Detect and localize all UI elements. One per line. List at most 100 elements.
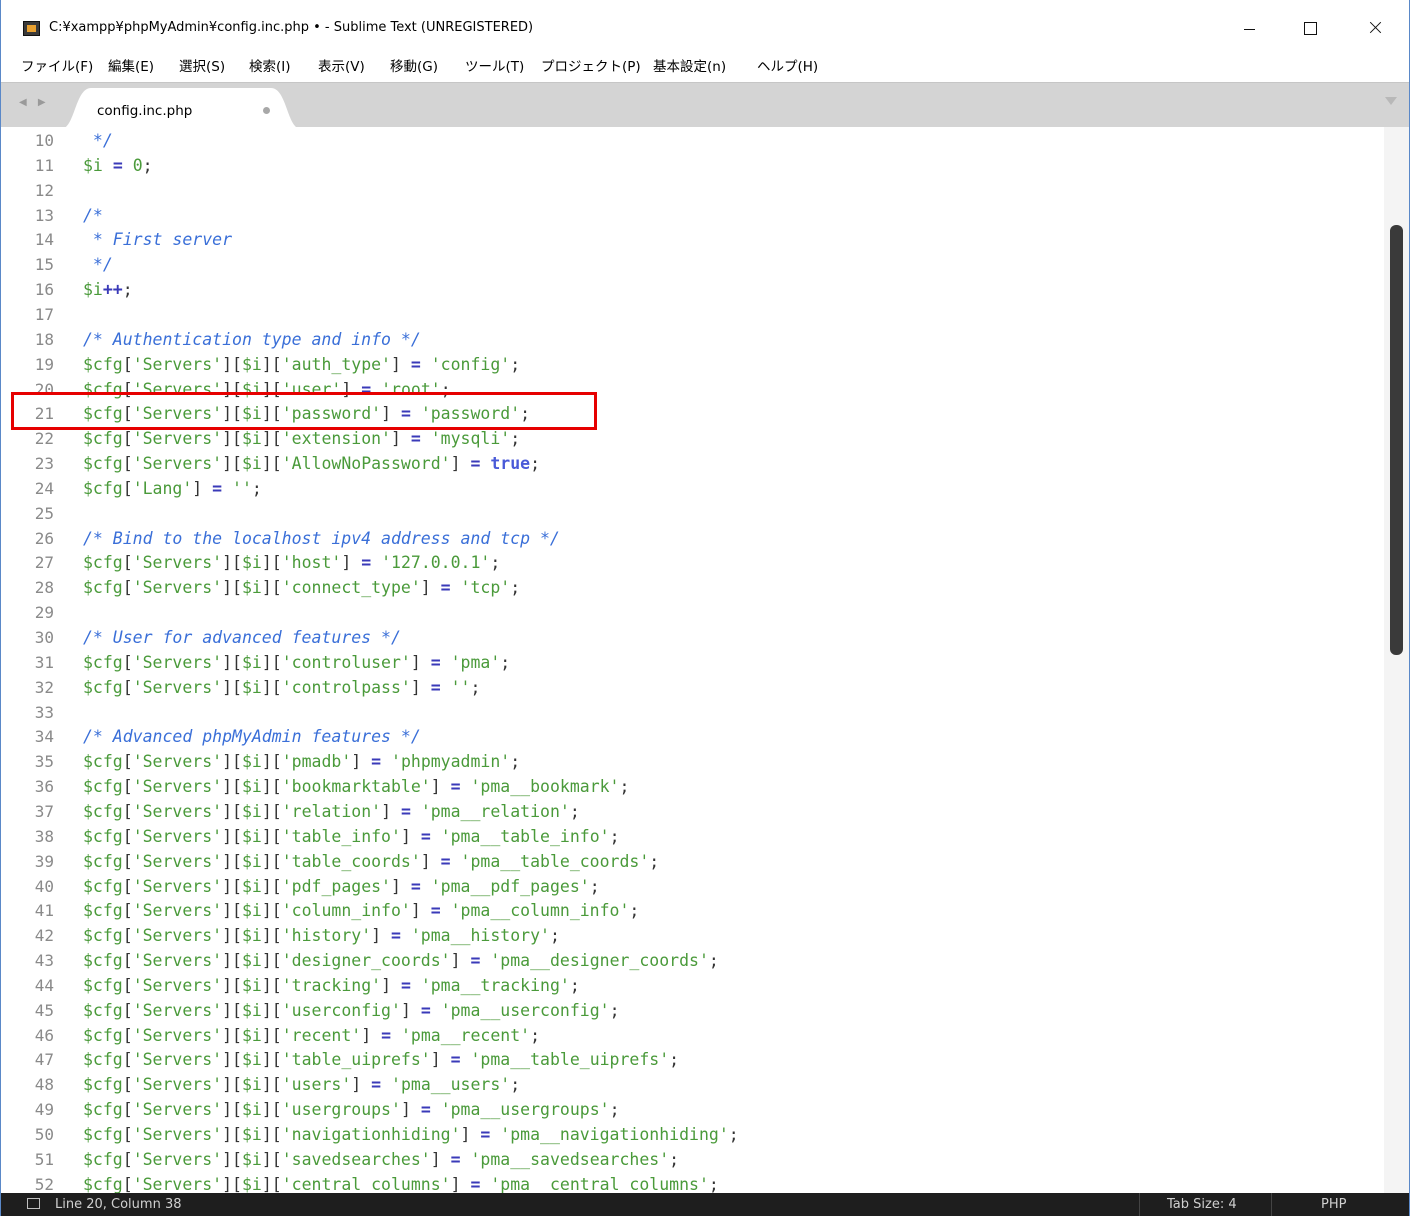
code-variable: $cfg	[83, 876, 123, 896]
code-line[interactable]: */	[83, 252, 113, 277]
code-string: 'AllowNoPassword'	[281, 454, 451, 474]
code-line[interactable]: $i = 0;	[83, 153, 153, 178]
code-string: 'pma__table_uiprefs'	[470, 1050, 670, 1070]
line-number: 38	[34, 826, 54, 846]
syntax-indicator[interactable]: PHP	[1321, 1197, 1346, 1212]
menu-goto[interactable]: 移動(G)	[390, 55, 438, 75]
menu-help[interactable]: ヘルプ(H)	[757, 55, 818, 75]
menu-edit[interactable]: 編集(E)	[108, 55, 154, 75]
menu-view[interactable]: 表示(V)	[318, 55, 365, 75]
code-line[interactable]: /* Bind to the localhost ipv4 address an…	[83, 526, 560, 551]
code-string: '127.0.0.1'	[381, 553, 491, 573]
code-variable: $i	[241, 1075, 262, 1095]
code-variable: $cfg	[83, 478, 123, 498]
code-line[interactable]: $cfg['Servers'][$i]['tracking'] = 'pma__…	[83, 973, 580, 998]
code-variable: $cfg	[83, 826, 123, 846]
code-string: 'designer_coords'	[281, 951, 451, 971]
code-string: 'Servers'	[132, 926, 223, 946]
close-icon[interactable]	[1353, 10, 1399, 46]
code-line[interactable]: $cfg['Servers'][$i]['designer_coords'] =…	[83, 948, 719, 973]
code-line[interactable]: $cfg['Servers'][$i]['column_info'] = 'pm…	[83, 898, 639, 923]
code-line[interactable]: $i++;	[83, 277, 133, 302]
code-line[interactable]: * First server	[83, 227, 232, 252]
maximize-icon[interactable]	[1287, 10, 1333, 46]
code-line[interactable]: $cfg['Servers'][$i]['controluser'] = 'pm…	[83, 650, 510, 675]
tab-modified-dot-icon[interactable]	[263, 107, 270, 114]
line-number: 12	[34, 180, 54, 200]
code-line[interactable]: /* Authentication type and info */	[83, 327, 421, 352]
code-variable: $cfg	[83, 578, 123, 598]
tab-config-inc-php[interactable]: config.inc.php	[61, 88, 301, 129]
scrollbar[interactable]	[1384, 127, 1409, 1193]
code-line[interactable]: $cfg['Servers'][$i]['users'] = 'pma__use…	[83, 1072, 520, 1097]
code-line[interactable]: $cfg['Servers'][$i]['AllowNoPassword'] =…	[83, 451, 540, 476]
code-line[interactable]: /* User for advanced features */	[83, 625, 401, 650]
code-string: 'navigationhiding'	[281, 1125, 461, 1144]
status-divider	[1271, 1193, 1272, 1216]
line-number: 49	[34, 1100, 54, 1120]
code-line[interactable]: $cfg['Servers'][$i]['auth_type'] = 'conf…	[83, 352, 520, 377]
code-line[interactable]: $cfg['Servers'][$i]['central_columns'] =…	[83, 1172, 719, 1193]
code-string: 'Servers'	[132, 777, 223, 797]
code-line[interactable]: /* Advanced phpMyAdmin features */	[83, 724, 421, 749]
code-line[interactable]: $cfg['Servers'][$i]['usergroups'] = 'pma…	[83, 1097, 620, 1122]
tab-size-indicator[interactable]: Tab Size: 4	[1167, 1197, 1237, 1212]
code-string: 'pma__users'	[391, 1075, 511, 1095]
code-line[interactable]: /*	[83, 203, 103, 228]
code-string: 'Servers'	[132, 454, 223, 474]
menu-project[interactable]: プロジェクト(P)	[541, 55, 641, 75]
tab-dropdown-icon[interactable]	[1385, 97, 1397, 105]
code-line[interactable]: */	[83, 128, 113, 153]
code-line[interactable]: $cfg['Servers'][$i]['recent'] = 'pma__re…	[83, 1023, 540, 1048]
code-line[interactable]: $cfg['Servers'][$i]['bookmarktable'] = '…	[83, 774, 629, 799]
code-line[interactable]: $cfg['Servers'][$i]['savedsearches'] = '…	[83, 1147, 679, 1172]
code-operator: =	[470, 454, 481, 474]
code-line[interactable]: $cfg['Servers'][$i]['controlpass'] = '';	[83, 675, 480, 700]
code-editor[interactable]: 10 11 12 13 14 15 16 17 18 19 20 21 22 23 24 25 26 27 28 29…	[1, 127, 1409, 1193]
line-number: 13	[34, 205, 54, 225]
cursor-position[interactable]: Line 20, Column 38	[55, 1197, 182, 1212]
code-variable: $cfg	[83, 951, 123, 971]
code-string: 'central_columns'	[281, 1174, 451, 1193]
code-line[interactable]: $cfg['Servers'][$i]['history'] = 'pma__h…	[83, 923, 560, 948]
code-string: 'pma__usergroups'	[440, 1100, 610, 1120]
tab-nav-arrows-icon[interactable]: ◀ ▶	[19, 97, 50, 108]
code-variable: $cfg	[83, 901, 123, 921]
code-line[interactable]: $cfg['Servers'][$i]['navigationhiding'] …	[83, 1122, 739, 1147]
scrollbar-thumb[interactable]	[1390, 225, 1403, 655]
line-number: 18	[34, 329, 54, 349]
code-line[interactable]: $cfg['Servers'][$i]['pdf_pages'] = 'pma_…	[83, 874, 600, 899]
code-comment: /*	[83, 205, 103, 225]
code-string: ''	[450, 677, 471, 697]
code-line[interactable]: $cfg['Servers'][$i]['host'] = '127.0.0.1…	[83, 550, 500, 575]
menu-find[interactable]: 検索(I)	[249, 55, 291, 75]
minimize-icon[interactable]	[1227, 10, 1273, 46]
code-line[interactable]: $cfg['Servers'][$i]['connect_type'] = 't…	[83, 575, 520, 600]
code-line[interactable]: $cfg['Servers'][$i]['userconfig'] = 'pma…	[83, 998, 620, 1023]
code-line[interactable]: $cfg['Servers'][$i]['table_info'] = 'pma…	[83, 824, 620, 849]
title-bar[interactable]: C:¥xampp¥phpMyAdmin¥config.inc.php • - S…	[1, 0, 1409, 56]
code-line[interactable]: $cfg['Servers'][$i]['table_coords'] = 'p…	[83, 849, 659, 874]
code-string: 'controluser'	[281, 652, 411, 672]
menu-preferences[interactable]: 基本設定(n)	[653, 55, 726, 75]
code-operator: =	[450, 1149, 461, 1169]
code-line[interactable]: $cfg['Lang'] = '';	[83, 476, 262, 501]
code-operator: =	[480, 1125, 491, 1144]
code-variable: $i	[241, 1025, 262, 1045]
code-string: 'savedsearches'	[281, 1149, 431, 1169]
menu-file[interactable]: ファイル(F)	[21, 55, 93, 75]
menu-bar: ファイル(F) 編集(E) 選択(S) 検索(I) 表示(V) 移動(G) ツー…	[1, 51, 1409, 79]
line-number: 35	[34, 752, 54, 772]
code-string: 'phpmyadmin'	[391, 752, 511, 772]
panel-toggle-icon[interactable]	[27, 1198, 40, 1209]
code-line[interactable]: $cfg['Servers'][$i]['relation'] = 'pma__…	[83, 799, 580, 824]
code-string: 'Servers'	[132, 975, 223, 995]
line-number: 43	[34, 951, 54, 971]
menu-tools[interactable]: ツール(T)	[465, 55, 524, 75]
code-line[interactable]: $cfg['Servers'][$i]['table_uiprefs'] = '…	[83, 1047, 679, 1072]
code-line[interactable]: $cfg['Servers'][$i]['pmadb'] = 'phpmyadm…	[83, 749, 520, 774]
line-number: 34	[34, 727, 54, 747]
line-number: 33	[34, 702, 54, 722]
menu-selection[interactable]: 選択(S)	[179, 55, 225, 75]
code-variable: $cfg	[83, 1149, 123, 1169]
